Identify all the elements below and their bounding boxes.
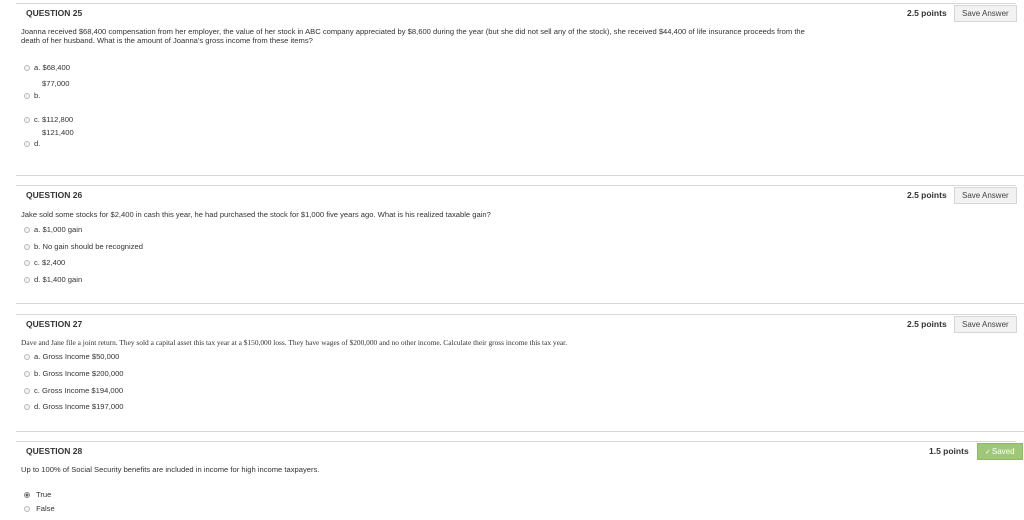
option-c[interactable]: c. $112,800 — [24, 115, 73, 124]
option-d-text: $121,400 — [42, 128, 74, 137]
option-b-text: $77,000 — [42, 79, 70, 88]
radio-button[interactable] — [24, 140, 30, 147]
saved-button[interactable]: ✓Saved — [977, 443, 1023, 460]
option-d[interactable]: d. Gross Income $197,000 — [24, 402, 124, 411]
radio-button[interactable] — [24, 353, 30, 360]
option-text: Gross Income $194,000 — [42, 386, 124, 395]
question-28: QUESTION 28 1.5 points ✓Saved Up to 100%… — [16, 443, 1024, 513]
points-label: 1.5 points — [929, 446, 969, 456]
radio-button[interactable] — [24, 505, 30, 512]
question-title: QUESTION 26 — [26, 190, 83, 200]
option-letter: d. — [34, 402, 41, 411]
question-title: QUESTION 28 — [26, 446, 83, 456]
option-letter: a. — [34, 225, 41, 234]
option-text: $68,400 — [42, 63, 70, 72]
option-text: $1,000 gain — [42, 225, 83, 234]
option-letter: d. — [34, 139, 41, 148]
option-a[interactable]: a. $1,000 gain — [24, 225, 82, 234]
option-text: No gain should be recognized — [42, 242, 143, 251]
question-text: Dave and Jane file a joint return. They … — [21, 338, 568, 347]
option-text: False — [36, 504, 55, 513]
radio-button[interactable] — [24, 370, 30, 377]
divider — [16, 185, 1016, 186]
question-title: QUESTION 25 — [26, 8, 83, 18]
divider — [16, 175, 1024, 176]
check-icon: ✓ — [985, 449, 991, 456]
divider — [16, 441, 1016, 442]
saved-label: Saved — [991, 447, 1015, 456]
option-true[interactable]: True — [24, 490, 51, 499]
option-b[interactable]: b. Gross Income $200,000 — [24, 369, 124, 378]
save-answer-button[interactable]: Save Answer — [954, 5, 1017, 22]
radio-button[interactable] — [24, 243, 30, 250]
option-letter: c. — [34, 258, 40, 267]
option-b[interactable]: b. — [24, 91, 40, 100]
question-text: Jake sold some stocks for $2,400 in cash… — [21, 210, 491, 219]
radio-button[interactable] — [24, 276, 30, 283]
option-text: $1,400 gain — [42, 275, 83, 284]
question-25: QUESTION 25 2.5 points Save Answer Joann… — [16, 5, 1024, 148]
points-label: 2.5 points — [907, 190, 947, 200]
option-text: $112,800 — [42, 115, 74, 124]
option-letter: b. — [34, 369, 41, 378]
option-false[interactable]: False — [24, 504, 55, 513]
radio-button-selected[interactable] — [24, 491, 30, 498]
radio-button[interactable] — [24, 226, 30, 233]
radio-button[interactable] — [24, 403, 30, 410]
save-answer-button[interactable]: Save Answer — [954, 187, 1017, 204]
option-c[interactable]: c. $2,400 — [24, 258, 65, 267]
option-b[interactable]: b. No gain should be recognized — [24, 242, 143, 251]
question-26: QUESTION 26 2.5 points Save Answer Jake … — [16, 187, 1024, 284]
option-text: Gross Income $200,000 — [42, 369, 124, 378]
option-c[interactable]: c. Gross Income $194,000 — [24, 386, 123, 395]
option-letter: b. — [34, 91, 41, 100]
option-letter: d. — [34, 275, 41, 284]
points-label: 2.5 points — [907, 319, 947, 329]
option-letter: a. — [34, 352, 41, 361]
option-text: True — [35, 490, 52, 499]
option-text: $2,400 — [42, 258, 66, 267]
question-27: QUESTION 27 2.5 points Save Answer Dave … — [16, 316, 1024, 411]
option-a[interactable]: a. $68,400 — [24, 63, 70, 72]
question-text: Up to 100% of Social Security benefits a… — [21, 465, 320, 474]
radio-button[interactable] — [24, 64, 30, 71]
points-label: 2.5 points — [907, 8, 947, 18]
question-text: Joanna received $68,400 compensation fro… — [21, 27, 805, 45]
option-letter: b. — [34, 242, 41, 251]
radio-button[interactable] — [24, 259, 30, 266]
radio-button[interactable] — [24, 387, 30, 394]
divider — [16, 314, 1016, 315]
divider — [16, 3, 1016, 4]
radio-button[interactable] — [24, 92, 30, 99]
radio-button[interactable] — [24, 116, 30, 123]
divider — [16, 431, 1024, 432]
option-text: Gross Income $197,000 — [42, 402, 124, 411]
option-a[interactable]: a. Gross Income $50,000 — [24, 352, 119, 361]
option-letter: a. — [34, 63, 41, 72]
option-letter: c. — [34, 386, 40, 395]
option-text: Gross Income $50,000 — [42, 352, 120, 361]
divider — [16, 303, 1024, 304]
option-d[interactable]: d. $1,400 gain — [24, 275, 82, 284]
question-title: QUESTION 27 — [26, 319, 83, 329]
option-d[interactable]: d. — [24, 139, 40, 148]
save-answer-button[interactable]: Save Answer — [954, 316, 1017, 333]
option-letter: c. — [34, 115, 40, 124]
